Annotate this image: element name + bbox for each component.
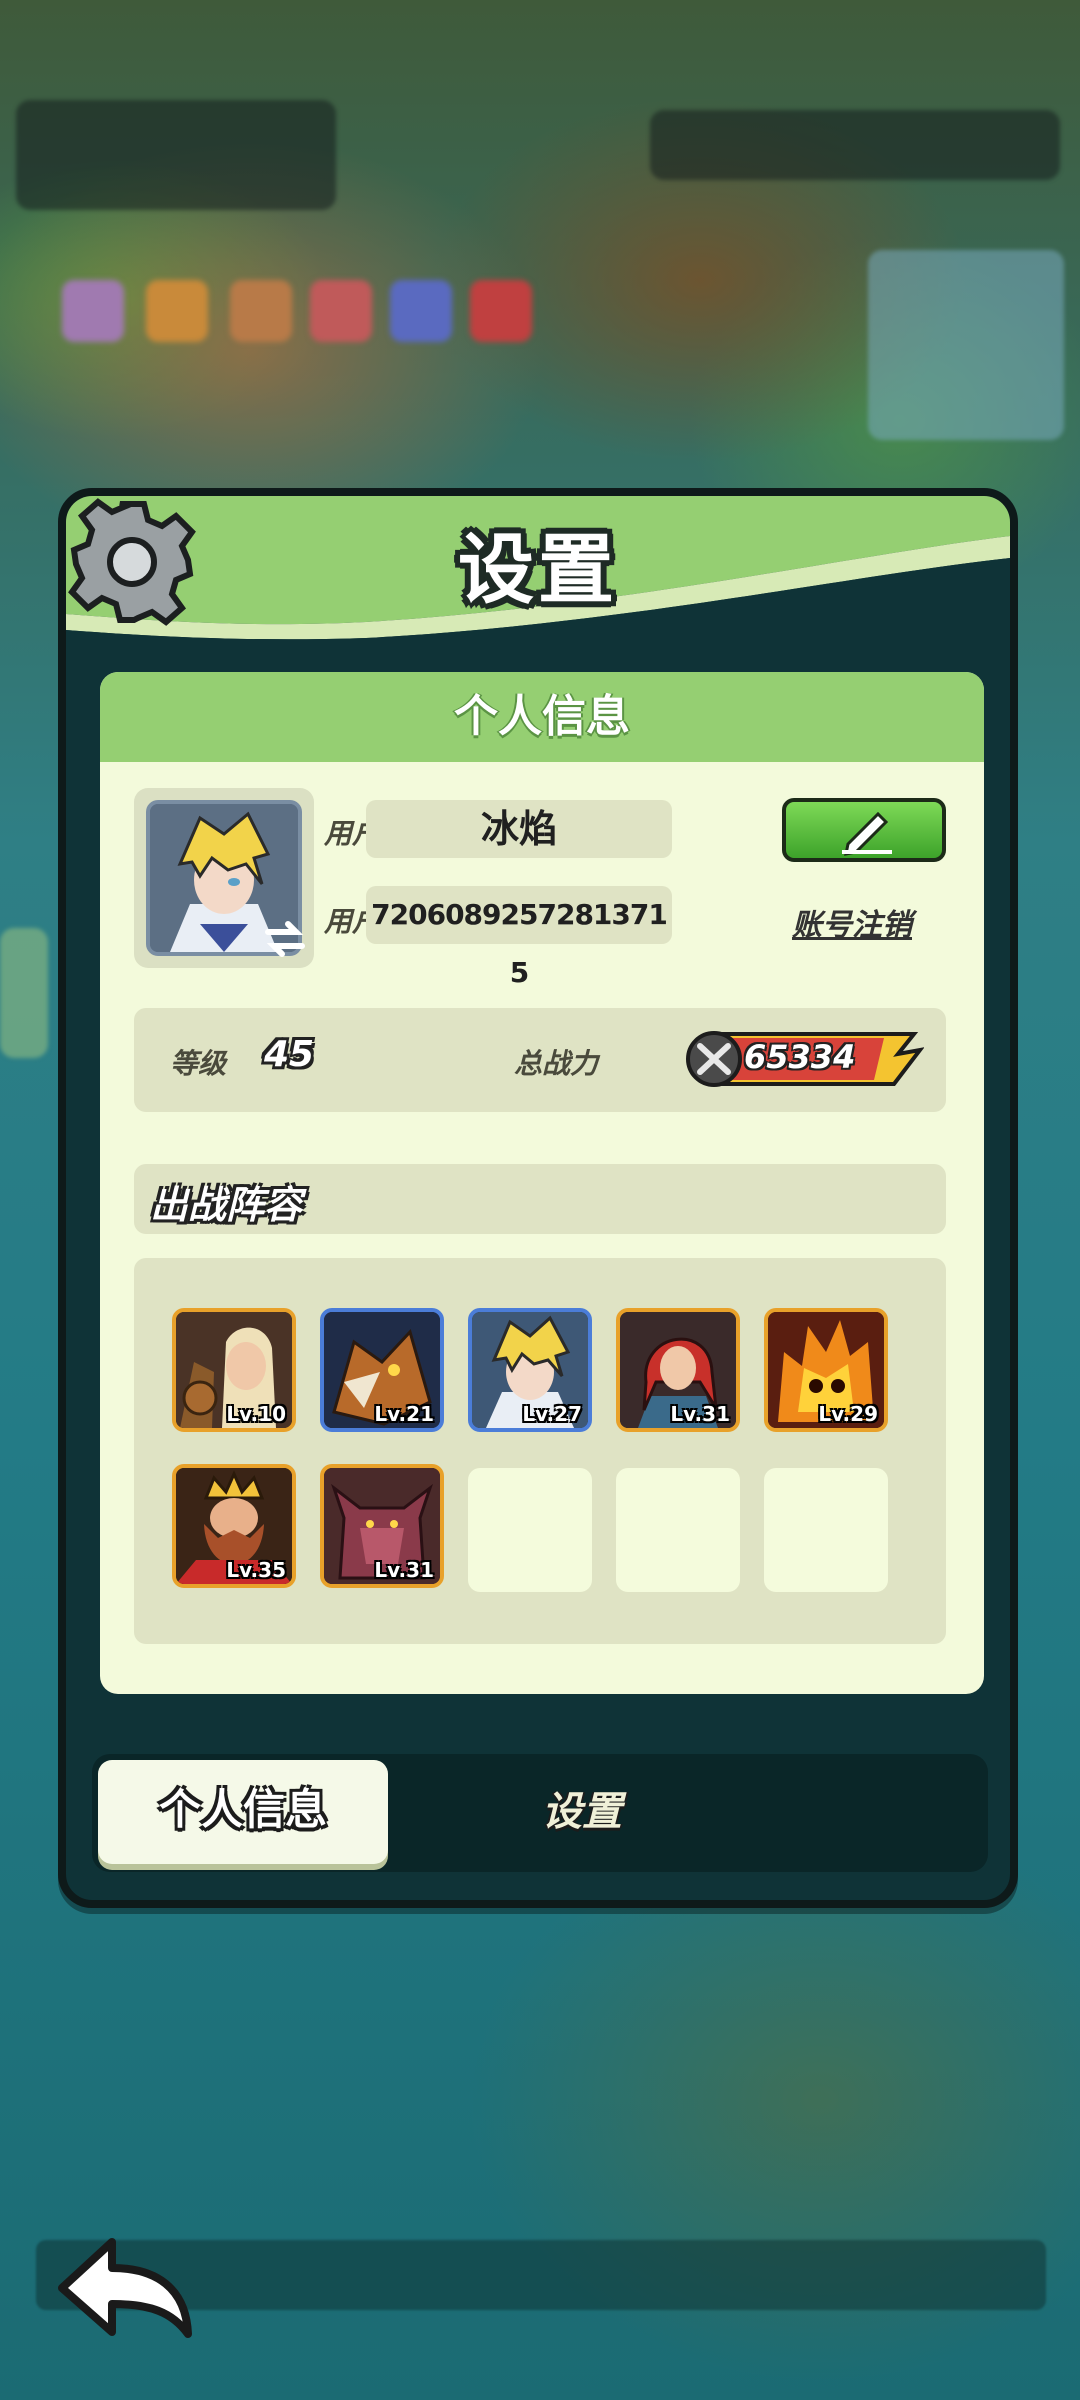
user-id-field: 7206089257281371​5 — [366, 886, 672, 989]
avatar-frame[interactable] — [134, 788, 314, 968]
hero-slot[interactable]: Lv.35 — [172, 1464, 296, 1588]
empty-hero-slot[interactable] — [764, 1468, 888, 1592]
background-side-button — [0, 928, 48, 1058]
lineup-grid: Lv.10 Lv.21 Lv.27 Lv.31 Lv.29 Lv.35 Lv.3… — [134, 1258, 946, 1644]
background-hud-chip — [470, 280, 532, 342]
edit-nickname-button[interactable] — [782, 798, 946, 862]
personal-info-card: 个人信息 用户昵称 冰焰 — [100, 672, 984, 1694]
nickname-field: 冰焰 — [366, 800, 672, 858]
stats-row: 等级 45 总战力 65334 — [134, 1008, 946, 1112]
pencil-icon — [842, 811, 892, 856]
tab-personal-info[interactable]: 个人信息 — [98, 1760, 388, 1864]
hero-level: Lv.29 — [818, 1402, 878, 1426]
background-hud-chip — [390, 280, 452, 342]
hero-slot[interactable]: Lv.31 — [616, 1308, 740, 1432]
hero-level: Lv.35 — [226, 1558, 286, 1582]
hero-slot[interactable]: Lv.29 — [764, 1308, 888, 1432]
hero-level: Lv.27 — [522, 1402, 582, 1426]
tab-bar: 个人信息 设置 — [92, 1754, 988, 1872]
background-hud-chip — [310, 280, 372, 342]
empty-hero-slot[interactable] — [468, 1468, 592, 1592]
hero-level: Lv.10 — [226, 1402, 286, 1426]
hero-slot[interactable]: Lv.21 — [320, 1308, 444, 1432]
swap-icon[interactable] — [262, 916, 308, 962]
hero-level: Lv.31 — [670, 1402, 730, 1426]
hero-slot[interactable]: Lv.10 — [172, 1308, 296, 1432]
hero-level: Lv.31 — [374, 1558, 434, 1582]
power-label: 总战力 — [514, 1047, 599, 1080]
power-badge: 65334 — [684, 1028, 924, 1090]
level-value: 45 — [264, 1034, 315, 1075]
level-label: 等级 — [170, 1047, 227, 1080]
empty-hero-slot[interactable] — [616, 1468, 740, 1592]
tab-settings[interactable]: 设置 — [452, 1760, 712, 1864]
background-minimap — [868, 250, 1064, 440]
background-hud-chip — [230, 280, 292, 342]
hero-slot[interactable]: Lv.27 — [468, 1308, 592, 1432]
panel-title: 设置 — [458, 525, 618, 614]
hero-slot[interactable]: Lv.31 — [320, 1464, 444, 1588]
back-arrow-icon[interactable] — [56, 2234, 196, 2344]
hero-level: Lv.21 — [374, 1402, 434, 1426]
card-header: 个人信息 — [100, 672, 984, 762]
background-hud-currency — [650, 110, 1060, 180]
lineup-title: 出战阵容 — [150, 1183, 303, 1227]
background-hud-chip — [62, 280, 124, 342]
account-deletion-link[interactable]: 账号注销 — [792, 900, 912, 944]
panel-header: 设置 — [66, 496, 1010, 646]
power-value: 65334 — [744, 1038, 856, 1076]
background-hud-player-card — [16, 100, 336, 210]
settings-panel: 设置 个人信息 用户昵称 冰焰 — [58, 488, 1018, 1908]
lineup-section-bar: 出战阵容 — [134, 1164, 946, 1234]
background-hud-chip — [146, 280, 208, 342]
